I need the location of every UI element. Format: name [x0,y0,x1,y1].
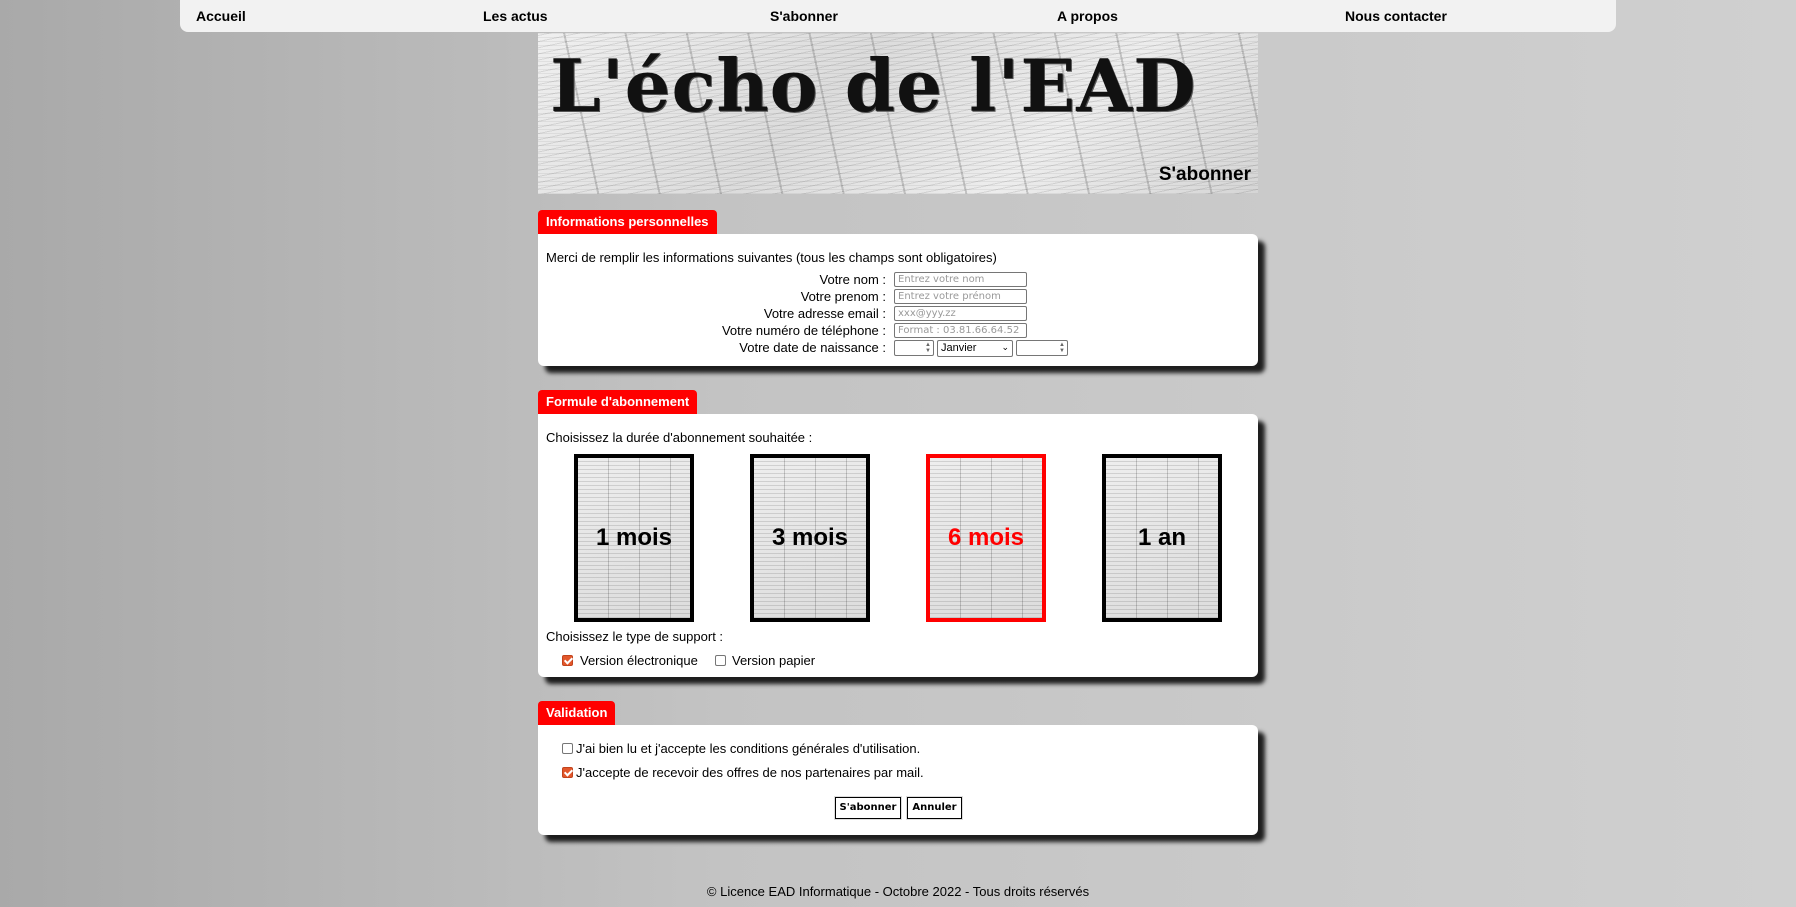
email-label: Votre adresse email : [763,306,886,321]
subscription-panel: Choisissez la durée d'abonnement souhait… [538,414,1258,677]
duration-label: 6 mois [947,524,1025,551]
field-row-birthdate: Votre date de naissance : ▲ ▼ Janvier ⌄ ▲… [538,340,1258,357]
cancel-button[interactable]: Annuler [907,797,962,819]
duration-card-6-mois[interactable]: 6 mois [926,454,1046,622]
offers-checkbox[interactable] [562,767,573,778]
birth-day-input[interactable]: ▲ ▼ [894,340,934,356]
banner: L'écho de l'EAD S'abonner [538,33,1258,194]
birth-month-value: Janvier [941,342,977,354]
personal-intro: Merci de remplir les informations suivan… [546,250,997,265]
nav-item-sabonner[interactable]: S'abonner [770,8,838,24]
paper-label: Version papier [732,653,816,668]
spinner-icon: ▲ ▼ [1059,342,1065,354]
duration-card-3-mois[interactable]: 3 mois [750,454,870,622]
electronic-checkbox[interactable] [562,655,573,666]
duration-label: 1 mois [595,524,673,551]
nav-item-apropos[interactable]: A propos [1057,8,1118,24]
field-row-prenom: Votre prenom : Entrez votre prénom [538,289,1258,306]
tab-subscription: Formule d'abonnement [538,390,698,414]
electronic-label: Version électronique [580,653,698,668]
phone-input[interactable]: Format : 03.81.66.64.52 [894,323,1027,338]
terms-label: J'ai bien lu et j'accepte les conditions… [576,741,921,756]
duration-card-1-mois[interactable]: 1 mois [574,454,694,622]
field-row-email: Votre adresse email : xxx@yyy.zz [538,306,1258,323]
prenom-input[interactable]: Entrez votre prénom [894,289,1027,304]
nom-label: Votre nom : [819,272,886,287]
field-row-nom: Votre nom : Entrez votre nom [538,272,1258,289]
offers-label: J'accepte de recevoir des offres de nos … [576,765,924,780]
support-prompt: Choisissez le type de support : [546,629,724,644]
phone-label: Votre numéro de téléphone : [721,323,886,338]
duration-label: 3 mois [771,524,849,551]
nav-item-accueil[interactable]: Accueil [196,8,246,24]
chevron-down-icon: ⌄ [1001,342,1009,352]
email-input[interactable]: xxx@yyy.zz [894,306,1027,321]
birthdate-label: Votre date de naissance : [739,340,886,355]
prenom-label: Votre prenom : [800,289,886,304]
duration-prompt: Choisissez la durée d'abonnement souhait… [546,430,813,445]
banner-subtitle: S'abonner [1158,164,1251,185]
duration-card-1-an[interactable]: 1 an [1102,454,1222,622]
banner-title: L'écho de l'EAD [550,43,1197,128]
nav-item-contact[interactable]: Nous contacter [1345,8,1447,24]
tab-validation: Validation [538,701,616,725]
validation-panel: J'ai bien lu et j'accepte les conditions… [538,725,1258,835]
nom-input[interactable]: Entrez votre nom [894,272,1027,287]
top-nav: Accueil Les actus S'abonner A propos Nou… [180,0,1616,32]
personal-info-panel: Merci de remplir les informations suivan… [538,234,1258,366]
field-row-phone: Votre numéro de téléphone : Format : 03.… [538,323,1258,340]
tab-personal-info: Informations personnelles [538,210,717,234]
nav-item-actus[interactable]: Les actus [483,8,548,24]
birth-year-input[interactable]: ▲ ▼ [1016,340,1068,356]
paper-checkbox[interactable] [715,655,726,666]
spinner-icon: ▲ ▼ [925,342,931,354]
terms-checkbox[interactable] [562,743,573,754]
birth-month-select[interactable]: Janvier ⌄ [937,340,1013,357]
footer-copyright: © Licence EAD Informatique - Octobre 202… [706,884,1090,899]
duration-label: 1 an [1137,524,1187,551]
subscribe-button[interactable]: S'abonner [835,797,901,819]
